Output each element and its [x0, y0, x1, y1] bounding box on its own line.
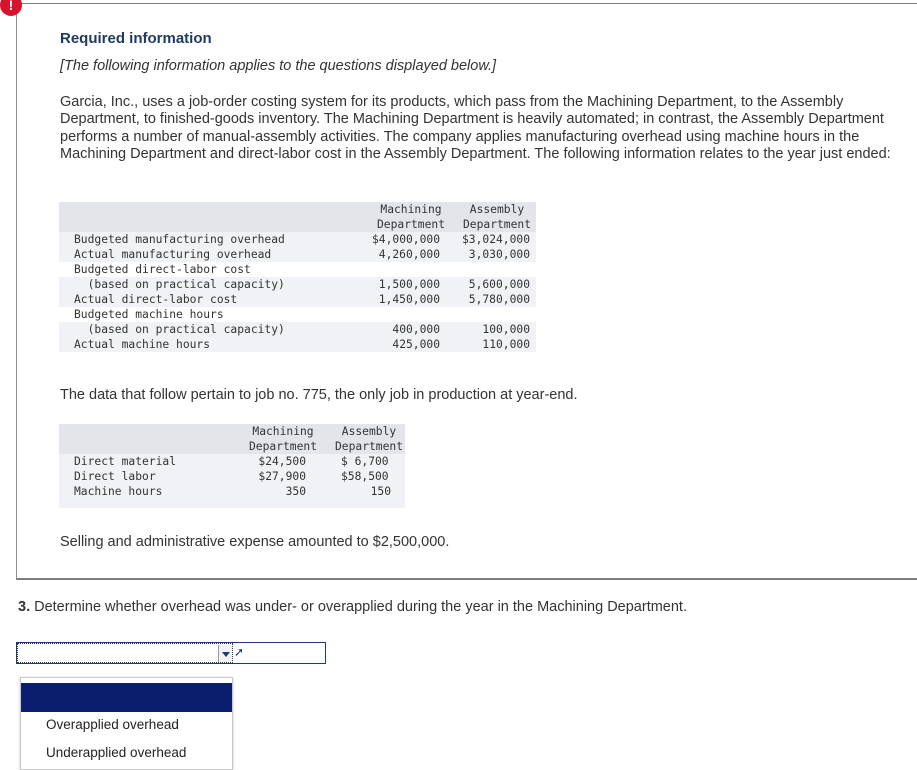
col-header-assembly: Assembly [341, 425, 397, 438]
cursor-icon: ➚ [234, 645, 245, 659]
row-value: 150 [370, 485, 391, 498]
question-3: 3. Determine whether overhead was under-… [18, 599, 687, 615]
dropdown-option-blank[interactable] [21, 683, 232, 712]
col-header-assembly: Department [334, 440, 403, 453]
answer-input-box[interactable]: ➚ [16, 642, 326, 664]
dropdown-option-underapplied[interactable]: Underapplied overhead [46, 745, 186, 760]
question-text: Determine whether overhead was under- or… [30, 599, 687, 615]
row-value: $27,900 [258, 470, 306, 483]
row-label: Direct labor [74, 470, 156, 483]
row-value: $ 6,700 [341, 455, 389, 468]
chevron-down-icon[interactable] [218, 645, 232, 662]
col-header-machining: Department [248, 440, 317, 453]
job-data-table: Machining Department Assembly Department… [0, 0, 917, 520]
overhead-dropdown-list[interactable]: Overapplied overhead Underapplied overhe… [20, 677, 233, 770]
row-value: $24,500 [258, 455, 306, 468]
selling-expense-paragraph: Selling and administrative expense amoun… [60, 534, 450, 550]
row-value: $58,500 [341, 470, 389, 483]
dropdown-option-overapplied[interactable]: Overapplied overhead [46, 717, 179, 732]
row-label: Machine hours [74, 485, 163, 498]
row-label: Direct material [74, 455, 177, 468]
col-header-machining: Machining [252, 425, 314, 438]
question-number: 3. [18, 599, 31, 615]
overhead-select[interactable] [17, 643, 233, 663]
